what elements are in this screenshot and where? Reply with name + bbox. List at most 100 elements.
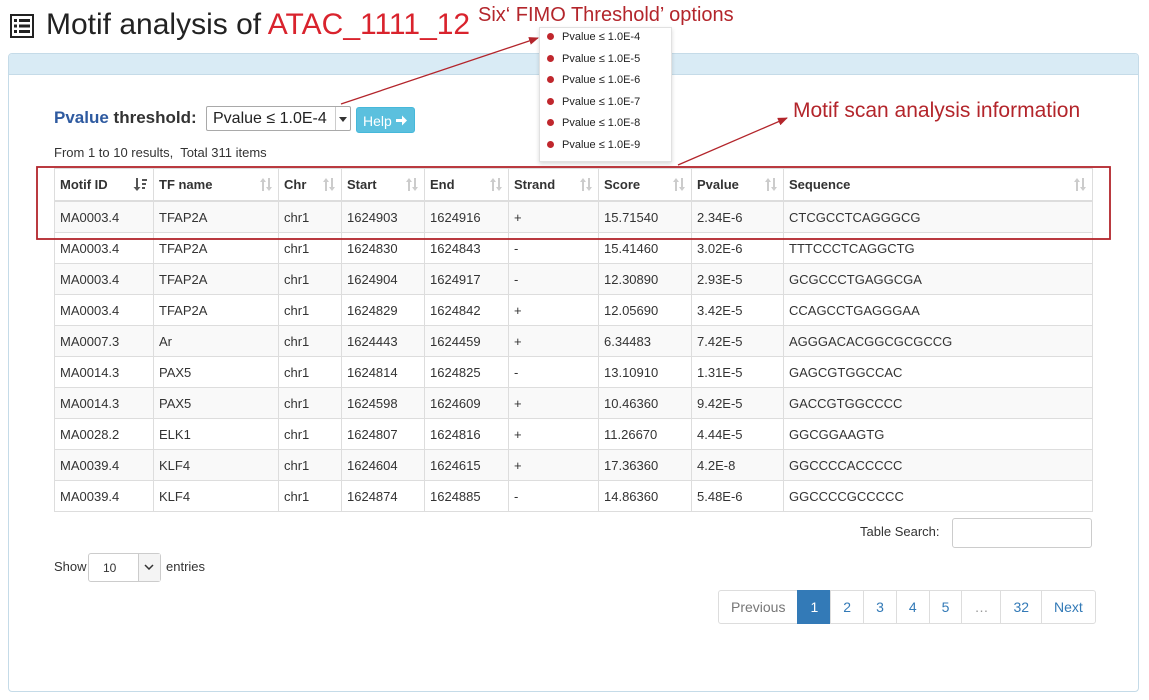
- cell-strand: +: [508, 387, 599, 419]
- cell-sequence: GGCGGAAGTG: [783, 418, 1093, 450]
- cell-chr: chr1: [278, 387, 342, 419]
- sort-icon: [323, 178, 335, 191]
- table-row: MA0039.4 KLF4 chr1 1624874 1624885-14.86360 5…: [54, 480, 1093, 512]
- cell-sequence: GGCCCCGCCCCC: [783, 480, 1093, 512]
- sort-icon: [765, 178, 777, 191]
- column-header-pvalue[interactable]: Pvalue: [691, 168, 784, 202]
- cell-tf-name: TFAP2A: [153, 232, 279, 264]
- threshold-option[interactable]: Pvalue ≤ 1.0E-5: [540, 50, 671, 72]
- cell-chr: chr1: [278, 325, 342, 357]
- cell-end: 1624459: [424, 325, 509, 357]
- cell-pvalue: 1.31E-5: [691, 356, 784, 388]
- cell-end: 1624816: [424, 418, 509, 450]
- page-button-1[interactable]: 1: [797, 590, 832, 624]
- column-header-chr[interactable]: Chr: [278, 168, 342, 202]
- cell-tf-name: KLF4: [153, 449, 279, 481]
- page-button-2[interactable]: 2: [830, 590, 865, 624]
- cell-chr: chr1: [278, 356, 342, 388]
- page-button-5[interactable]: 5: [928, 590, 963, 624]
- column-header-score[interactable]: Score: [598, 168, 692, 202]
- column-header-tf-name[interactable]: TF name: [153, 168, 279, 202]
- scan-info-callout: Motif scan analysis information: [793, 99, 1081, 122]
- column-header-strand[interactable]: Strand: [508, 168, 599, 202]
- column-header-sequence[interactable]: Sequence: [783, 168, 1093, 202]
- cell-chr: chr1: [278, 480, 342, 512]
- cell-strand: -: [508, 263, 599, 295]
- cell-pvalue: 2.34E-6: [691, 200, 784, 233]
- sort-icon: [260, 178, 272, 191]
- threshold-option[interactable]: Pvalue ≤ 1.0E-9: [540, 136, 671, 158]
- cell-pvalue: 3.42E-5: [691, 294, 784, 326]
- cell-end: 1624825: [424, 356, 509, 388]
- page-button-4[interactable]: 4: [895, 590, 930, 624]
- cell-end: 1624615: [424, 449, 509, 481]
- cell-start: 1624443: [341, 325, 425, 357]
- cell-end: 1624609: [424, 387, 509, 419]
- cell-score: 11.26670: [598, 418, 692, 450]
- title-sample-name: ATAC_1111_12: [267, 8, 471, 41]
- pvalue-threshold-value: Pvalue ≤ 1.0E-4: [213, 110, 327, 127]
- cell-start: 1624830: [341, 232, 425, 264]
- cell-motif-id: MA0028.2: [54, 418, 154, 450]
- cell-end: 1624843: [424, 232, 509, 264]
- cell-motif-id: MA0039.4: [54, 449, 154, 481]
- cell-sequence: GACCGTGGCCCC: [783, 387, 1093, 419]
- cell-sequence: CTCGCCTCAGGGCG: [783, 200, 1093, 233]
- cell-score: 15.71540: [598, 200, 692, 233]
- cell-strand: +: [508, 294, 599, 326]
- bullet-icon: [547, 76, 554, 83]
- page-button-32[interactable]: 32: [1000, 590, 1043, 624]
- cell-pvalue: 4.2E-8: [691, 449, 784, 481]
- column-header-start[interactable]: Start: [341, 168, 425, 202]
- table-row: MA0003.4 TFAP2A chr1 1624830 1624843-15.4146…: [54, 232, 1093, 264]
- help-button[interactable]: Help: [356, 107, 415, 133]
- table-row: MA0007.3 Ar chr1 1624443 1624459 +6.34483 7.42…: [54, 325, 1093, 357]
- title-prefix: Motif analysis of: [46, 8, 268, 41]
- cell-strand: +: [508, 325, 599, 357]
- cell-sequence: TTTCCCTCAGGCTG: [783, 232, 1093, 264]
- previous-page-button[interactable]: Previous: [718, 590, 799, 624]
- column-header-end[interactable]: End: [424, 168, 509, 202]
- cell-score: 15.41460: [598, 232, 692, 264]
- pagination: Previous 1 2 3 4 5 … 32 Next: [718, 590, 1096, 624]
- caret-down-icon: [335, 107, 350, 130]
- cell-end: 1624916: [424, 200, 509, 233]
- cell-strand: +: [508, 449, 599, 481]
- bullet-icon: [547, 140, 554, 148]
- cell-score: 10.46360: [598, 387, 692, 419]
- sort-icon: [406, 178, 418, 191]
- cell-tf-name: PAX5: [153, 387, 279, 419]
- sort-icon: [580, 178, 592, 191]
- sort-icon: [490, 178, 502, 191]
- cell-end: 1624842: [424, 294, 509, 326]
- cell-strand: -: [508, 356, 599, 388]
- cell-end: 1624917: [424, 263, 509, 295]
- table-search-input[interactable]: [952, 518, 1092, 548]
- cell-sequence: GCGCCCTGAGGCGA: [783, 263, 1093, 295]
- entries-length-select[interactable]: 10: [88, 553, 161, 582]
- threshold-option[interactable]: Pvalue ≤ 1.0E-7: [540, 93, 671, 115]
- threshold-option[interactable]: Pvalue ≤ 1.0E-6: [540, 71, 671, 93]
- cell-score: 6.34483: [598, 325, 692, 357]
- page-ellipsis: …: [961, 590, 1002, 624]
- cell-tf-name: PAX5: [153, 356, 279, 388]
- pvalue-threshold-select[interactable]: Pvalue ≤ 1.0E-4: [206, 106, 351, 131]
- threshold-option[interactable]: Pvalue ≤ 1.0E-4: [540, 28, 671, 50]
- results-summary: From 1 to 10 results, Total 311 items: [54, 145, 267, 160]
- threshold-option[interactable]: Pvalue ≤ 1.0E-8: [540, 114, 671, 136]
- page-button-3[interactable]: 3: [863, 590, 897, 624]
- chevron-down-icon: [144, 564, 154, 570]
- cell-motif-id: MA0039.4: [54, 480, 154, 512]
- cell-sequence: AGGGACACGGCGCGCCG: [783, 325, 1093, 357]
- column-header-motif-id[interactable]: Motif ID: [54, 168, 154, 202]
- cell-start: 1624807: [341, 418, 425, 450]
- next-page-button[interactable]: Next: [1041, 590, 1096, 624]
- cell-chr: chr1: [278, 232, 342, 264]
- cell-sequence: GAGCGTGGCCAC: [783, 356, 1093, 388]
- bullet-icon: [547, 54, 554, 62]
- threshold-dropdown-menu: Pvalue ≤ 1.0E-4 Pvalue ≤ 1.0E-5 Pvalue ≤…: [539, 27, 672, 162]
- cell-pvalue: 9.42E-5: [691, 387, 784, 419]
- table-row: MA0003.4 TFAP2A chr1 1624903 1624916 +15.7154…: [54, 200, 1093, 233]
- cell-tf-name: TFAP2A: [153, 263, 279, 295]
- bullet-icon: [547, 33, 554, 40]
